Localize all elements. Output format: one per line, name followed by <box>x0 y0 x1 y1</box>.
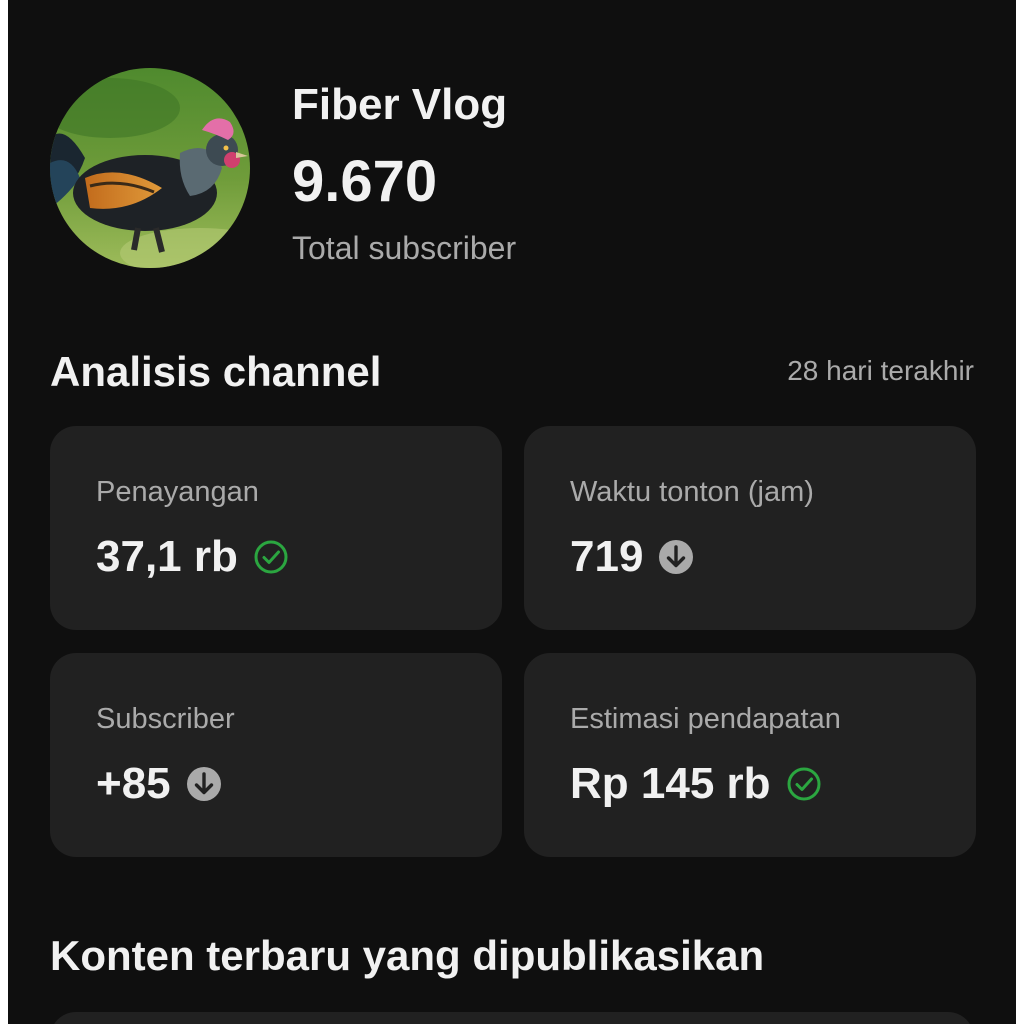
analytics-period: 28 hari terakhir <box>787 355 974 386</box>
stat-card-views[interactable]: Penayangan 37,1 rb <box>50 426 502 630</box>
stat-label: Waktu tonton (jam) <box>570 476 814 508</box>
recent-content-title: Konten terbaru yang dipublikasikan <box>50 932 765 979</box>
subscriber-caption: Total subscriber <box>292 230 517 266</box>
stat-card-subscribers[interactable]: Subscriber +85 <box>50 653 502 857</box>
rooster-avatar-image <box>50 68 250 268</box>
stat-value: Rp 145 rb <box>570 759 771 808</box>
channel-dashboard-screen: Fiber Vlog 9.670 Total subscriber Analis… <box>8 0 1016 1024</box>
stat-value: 719 <box>570 532 644 581</box>
check-circle-icon <box>785 765 823 803</box>
check-circle-icon <box>252 538 290 576</box>
arrow-down-circle-icon <box>657 538 695 576</box>
stat-card-revenue[interactable]: Estimasi pendapatan Rp 145 rb <box>524 653 976 857</box>
channel-avatar[interactable] <box>50 68 250 268</box>
stat-value: 37,1 rb <box>96 532 238 581</box>
stat-value: +85 <box>96 759 171 808</box>
arrow-down-circle-icon <box>185 765 223 803</box>
stat-card-watch-time[interactable]: Waktu tonton (jam) 719 <box>524 426 976 630</box>
stat-label: Estimasi pendapatan <box>570 703 841 735</box>
subscriber-count: 9.670 <box>292 149 438 214</box>
analytics-title: Analisis channel <box>50 348 382 395</box>
stat-label: Penayangan <box>96 476 259 508</box>
stat-label: Subscriber <box>96 703 235 735</box>
channel-name: Fiber Vlog <box>292 80 508 129</box>
recent-content-card[interactable] <box>50 1012 974 1024</box>
